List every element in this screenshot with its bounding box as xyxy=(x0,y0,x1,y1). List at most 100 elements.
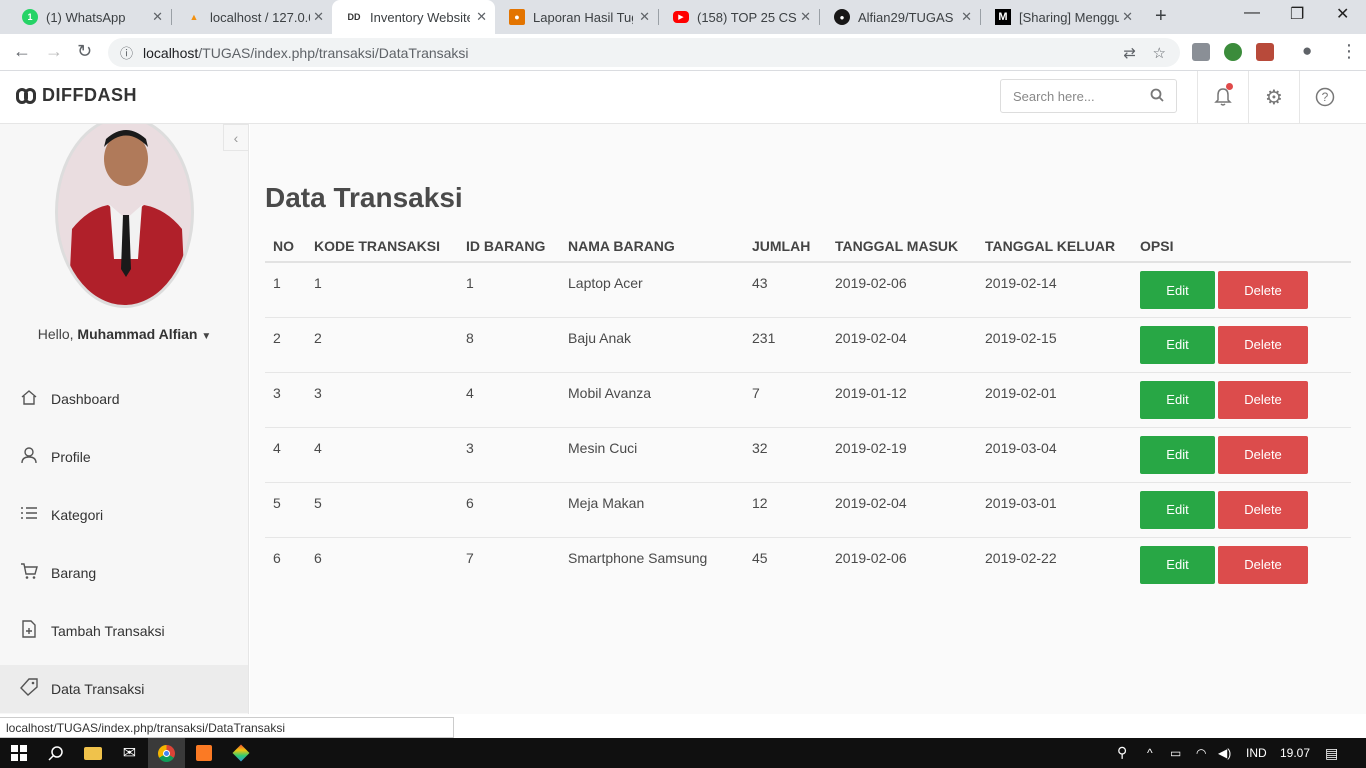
greeting-prefix: Hello, xyxy=(37,326,78,342)
delete-button[interactable]: Delete xyxy=(1218,490,1308,529)
translate-icon[interactable]: ⇄ xyxy=(1123,44,1136,62)
star-icon[interactable]: ☆ xyxy=(1153,44,1166,62)
close-icon[interactable]: ✕ xyxy=(961,9,972,25)
delete-button[interactable]: Delete xyxy=(1218,435,1308,474)
cell-tanggal-masuk: 2019-02-04 xyxy=(827,482,977,538)
notification-button[interactable] xyxy=(1197,71,1248,123)
chrome-taskbar-button[interactable] xyxy=(148,738,185,768)
settings-button[interactable]: ⚙ xyxy=(1248,71,1299,123)
tab-laporan[interactable]: ● Laporan Hasil Tug ✕ xyxy=(495,0,658,34)
cell-jumlah: 12 xyxy=(744,482,827,538)
app-logo[interactable]: DIFFDASH xyxy=(16,85,137,106)
close-icon[interactable]: ✕ xyxy=(639,9,650,25)
close-icon[interactable]: ✕ xyxy=(313,9,324,25)
search-icon[interactable] xyxy=(1150,88,1164,105)
language-indicator[interactable]: IND xyxy=(1246,746,1267,760)
delete-button[interactable]: Delete xyxy=(1218,325,1308,364)
cell-jumlah: 45 xyxy=(752,549,768,566)
tab-label: Alfian29/TUGAS xyxy=(858,9,954,25)
clock[interactable]: 19.07 xyxy=(1280,746,1310,760)
sidebar-item-data-transaksi[interactable]: Data Transaksi xyxy=(0,665,248,713)
column-header: NAMA BARANG xyxy=(560,231,744,263)
tab-medium[interactable]: M [Sharing] Menggu ✕ xyxy=(981,0,1141,34)
forward-arrow-icon[interactable]: → xyxy=(45,41,63,62)
windows-start-button[interactable] xyxy=(0,738,37,768)
cell-opsi: Edit Delete xyxy=(1132,482,1351,538)
new-tab-button[interactable]: + xyxy=(1155,5,1167,28)
search-input[interactable] xyxy=(1013,88,1143,104)
taskbar-search-button[interactable] xyxy=(37,738,74,768)
chrome-icon xyxy=(158,744,175,762)
extension-icon[interactable] xyxy=(1192,43,1210,61)
cell-nama-barang: Baju Anak xyxy=(560,317,744,373)
maximize-button[interactable]: ❐ xyxy=(1290,4,1304,24)
menu-dots-icon[interactable]: ⋮ xyxy=(1340,41,1358,62)
mail-button[interactable]: ✉ xyxy=(111,738,148,768)
tab-github[interactable]: ● Alfian29/TUGAS ✕ xyxy=(820,0,980,34)
close-window-button[interactable]: ✕ xyxy=(1336,4,1349,24)
cell-id-barang: 1 xyxy=(458,262,560,318)
edit-button[interactable]: Edit xyxy=(1140,271,1215,309)
minimize-button[interactable]: — xyxy=(1244,4,1260,22)
tag-icon xyxy=(20,677,38,701)
profile-icon[interactable]: ● xyxy=(1302,41,1312,61)
pdf-extension-icon[interactable] xyxy=(1256,43,1274,61)
cell-kode: 6 xyxy=(314,549,322,566)
info-icon[interactable]: ⓘ xyxy=(120,43,133,62)
tab-phpmyadmin[interactable]: ▲ localhost / 127.0.0 ✕ xyxy=(172,0,332,34)
cell-no: 5 xyxy=(265,482,306,538)
user-greeting[interactable]: Hello, Muhammad Alfian ▼ xyxy=(0,326,248,342)
sidebar-item-tambah-transaksi[interactable]: Tambah Transaksi xyxy=(0,607,248,655)
tab-youtube[interactable]: ▶ (158) TOP 25 CS:G ✕ xyxy=(659,0,819,34)
xampp-icon xyxy=(195,745,212,761)
caret-down-icon: ▼ xyxy=(201,331,212,342)
battery-icon[interactable]: ▭ xyxy=(1170,746,1181,760)
volume-icon[interactable]: ◀) xyxy=(1218,746,1231,760)
column-header: TANGGAL MASUK xyxy=(827,231,977,263)
tab-label: Inventory Website xyxy=(370,9,470,25)
cell-tanggal-keluar: 2019-02-22 xyxy=(985,549,1057,566)
close-icon[interactable]: ✕ xyxy=(1122,9,1133,25)
wifi-icon[interactable]: ◠ xyxy=(1196,746,1206,760)
notification-badge xyxy=(1226,83,1233,90)
sidebar-item-profile[interactable]: Profile xyxy=(0,433,248,481)
sidebar-item-dashboard[interactable]: Dashboard xyxy=(0,375,248,423)
tab-inventory[interactable]: DD Inventory Website ✕ xyxy=(332,0,495,34)
sidebar-item-label: Dashboard xyxy=(51,391,120,407)
sidebar-item-barang[interactable]: Barang xyxy=(0,549,248,597)
edit-button[interactable]: Edit xyxy=(1140,325,1215,364)
sidebar-collapse-button[interactable]: ‹ xyxy=(223,124,248,151)
sidebar: ‹ Hello, Muhammad Alfian ▼ Dashboard Pro… xyxy=(0,124,249,714)
cell-tanggal-keluar: 2019-03-04 xyxy=(977,427,1132,483)
notification-center-icon[interactable]: ▤ xyxy=(1325,745,1338,762)
globe-extension-icon[interactable] xyxy=(1224,43,1242,61)
git-taskbar-button[interactable] xyxy=(222,738,259,768)
address-bar[interactable]: ⓘ localhost/TUGAS/index.php/transaksi/Da… xyxy=(108,38,1180,67)
cell-kode: 3 xyxy=(306,372,458,428)
delete-button[interactable]: Delete xyxy=(1218,380,1308,419)
github-icon: ● xyxy=(834,9,850,25)
back-arrow-icon[interactable]: ← xyxy=(13,41,31,62)
tab-whatsapp[interactable]: 1 (1) WhatsApp ✕ xyxy=(8,0,171,34)
chevron-up-icon[interactable]: ^ xyxy=(1147,746,1153,760)
people-icon[interactable]: ⚲ xyxy=(1117,744,1127,761)
edit-button[interactable]: Edit xyxy=(1140,545,1215,584)
file-explorer-button[interactable] xyxy=(74,738,111,768)
xampp-taskbar-button[interactable] xyxy=(185,738,222,768)
reload-icon[interactable]: ↻ xyxy=(77,41,92,62)
cell-opsi: Edit Delete xyxy=(1132,262,1351,318)
list-icon xyxy=(20,506,38,525)
close-icon[interactable]: ✕ xyxy=(800,9,811,25)
delete-button[interactable]: Delete xyxy=(1218,271,1308,309)
edit-button[interactable]: Edit xyxy=(1140,380,1215,419)
edit-button[interactable]: Edit xyxy=(1140,435,1215,474)
help-button[interactable]: ? xyxy=(1299,71,1350,123)
cell-id-barang: 8 xyxy=(458,317,560,373)
close-icon[interactable]: ✕ xyxy=(476,9,487,25)
cell-tanggal-masuk: 2019-02-06 xyxy=(835,549,907,566)
avatar xyxy=(55,124,194,308)
delete-button[interactable]: Delete xyxy=(1218,545,1308,584)
sidebar-item-kategori[interactable]: Kategori xyxy=(0,491,248,539)
close-icon[interactable]: ✕ xyxy=(152,9,163,25)
edit-button[interactable]: Edit xyxy=(1140,490,1215,529)
